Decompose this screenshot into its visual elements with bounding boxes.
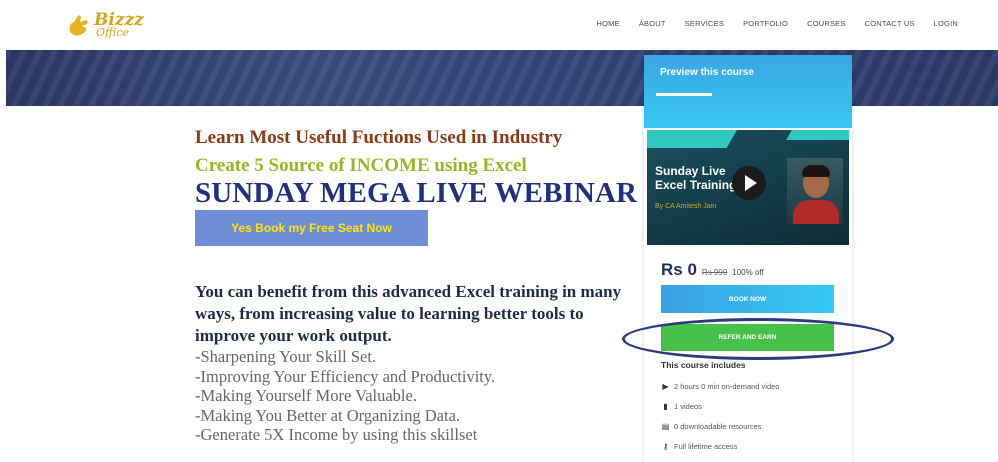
instructor-photo [787, 158, 843, 224]
hero-title: SUNDAY MEGA LIVE WEBINAR [195, 177, 638, 209]
nav-contact-us[interactable]: CONTACT US [865, 19, 915, 28]
include-item: ▶ 2 hours 0 min on-demand video [661, 382, 779, 391]
include-text: 1 videos [674, 402, 702, 411]
benefit-point: -Sharpening Your Skill Set. [195, 347, 377, 366]
site-logo[interactable]: Bizzz Office [66, 8, 146, 44]
highlight-oval [622, 318, 894, 360]
key-icon: ⚷ [662, 442, 669, 451]
nav-services[interactable]: SERVICES [685, 19, 724, 28]
logo-subtext: Office [96, 26, 129, 39]
hero-line-1: Learn Most Useful Fuctions Used in Indus… [195, 127, 563, 148]
document-icon: ▤ [661, 422, 670, 431]
main-nav: HOME ABOUT SERVICES PORTFOLIO COURSES CO… [597, 19, 958, 28]
original-price: Rs 999 [701, 268, 728, 277]
benefit-point: -Making You Better at Organizing Data. [195, 405, 461, 425]
include-text: 2 hours 0 min on-demand video [674, 382, 780, 391]
benefit-point: -Improving Your Efficiency and Productiv… [195, 366, 496, 386]
nav-home[interactable]: HOME [597, 19, 620, 28]
preview-title: Preview this course [660, 67, 754, 78]
current-price: Rs 0 [661, 260, 697, 279]
nav-portfolio[interactable]: PORTFOLIO [743, 19, 788, 28]
benefit-point: -Making Yourself More Valuable. [195, 386, 417, 405]
price-row: Rs 0 Rs 999 100% off [661, 260, 764, 280]
thumbnail-stripe [647, 130, 737, 148]
logo-hand-icon [69, 15, 88, 36]
preview-header[interactable]: Preview this course [644, 55, 852, 128]
nav-courses[interactable]: COURSES [807, 19, 846, 28]
includes-title: This course includes [661, 360, 746, 370]
book-free-seat-button[interactable]: Yes Book my Free Seat Now [195, 210, 428, 246]
include-item: ⚷ Full lifetime access [661, 442, 738, 451]
play-icon[interactable] [732, 166, 766, 200]
book-now-button[interactable]: BOOK NOW [661, 285, 834, 313]
video-author: By CA Amitesh Jain [655, 203, 717, 210]
benefit-points: -Sharpening Your Skill Set. -Improving Y… [195, 347, 495, 445]
hero-line-2: Create 5 Source of INCOME using Excel [195, 155, 527, 176]
preview-divider [656, 93, 712, 96]
play-circle-icon: ▶ [662, 382, 669, 391]
course-video-thumbnail[interactable]: Sunday Live Excel Training By CA Amitesh… [647, 130, 849, 245]
include-text: 0 downloadable resources [674, 422, 762, 431]
benefit-point: -Generate 5X Income by using this skills… [195, 425, 478, 444]
benefit-text: You can benefit from this advanced Excel… [195, 282, 622, 345]
nav-about[interactable]: ABOUT [639, 19, 666, 28]
include-item: ▮ 1 videos [661, 402, 702, 411]
file-icon: ▮ [663, 402, 668, 411]
include-text: Full lifetime access [674, 442, 738, 451]
discount-label: 100% off [732, 268, 764, 277]
include-item: ▤ 0 downloadable resources [661, 422, 762, 431]
thumbnail-stripe [786, 130, 849, 140]
nav-login[interactable]: LOGIN [934, 19, 958, 28]
course-card: Preview this course Sunday Live Excel Tr… [644, 55, 852, 462]
